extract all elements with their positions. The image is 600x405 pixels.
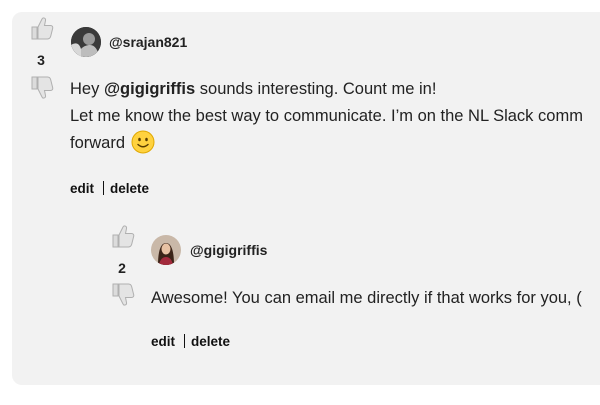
vote-column bbox=[108, 224, 138, 250]
comment-thread bbox=[12, 12, 600, 385]
delete-link[interactable]: delete bbox=[110, 181, 149, 196]
comment-body: Awesome! You can email me directly if th… bbox=[151, 289, 582, 307]
thumbs-down-icon[interactable] bbox=[29, 74, 55, 100]
delete-link[interactable]: delete bbox=[191, 334, 230, 349]
edit-link[interactable]: edit bbox=[70, 181, 94, 196]
slightly-smiling-face-icon bbox=[131, 130, 155, 154]
edit-link[interactable]: edit bbox=[151, 334, 175, 349]
comment-actions: edit delete bbox=[70, 181, 149, 196]
mention-link[interactable]: @gigigriffis bbox=[104, 80, 195, 98]
comment-line: Let me know the best way to communicate.… bbox=[70, 107, 583, 125]
thumbs-down-icon[interactable] bbox=[110, 281, 136, 307]
vote-count: 3 bbox=[37, 52, 45, 68]
vote-column bbox=[27, 16, 57, 42]
vote-count: 2 bbox=[118, 260, 126, 276]
comment-text: sounds interesting. Count me in! bbox=[195, 80, 437, 98]
comment-text: forward bbox=[70, 134, 126, 152]
comment-text: Hey bbox=[70, 80, 104, 98]
username-link[interactable]: @gigigriffis bbox=[190, 242, 267, 258]
avatar[interactable] bbox=[151, 235, 181, 265]
comment-line: Hey @gigigriffis sounds interesting. Cou… bbox=[70, 76, 583, 103]
thumbs-up-icon[interactable] bbox=[110, 224, 136, 250]
comment-actions: edit delete bbox=[151, 334, 230, 349]
downvote-wrapper bbox=[27, 74, 57, 100]
avatar[interactable] bbox=[71, 27, 101, 57]
comment-line: forward bbox=[70, 130, 583, 157]
downvote-wrapper bbox=[108, 281, 138, 307]
comment-body: Hey @gigigriffis sounds interesting. Cou… bbox=[70, 76, 583, 157]
username-link[interactable]: @srajan821 bbox=[109, 34, 187, 50]
divider bbox=[184, 334, 186, 348]
divider bbox=[103, 181, 105, 195]
thumbs-up-icon[interactable] bbox=[29, 16, 55, 42]
